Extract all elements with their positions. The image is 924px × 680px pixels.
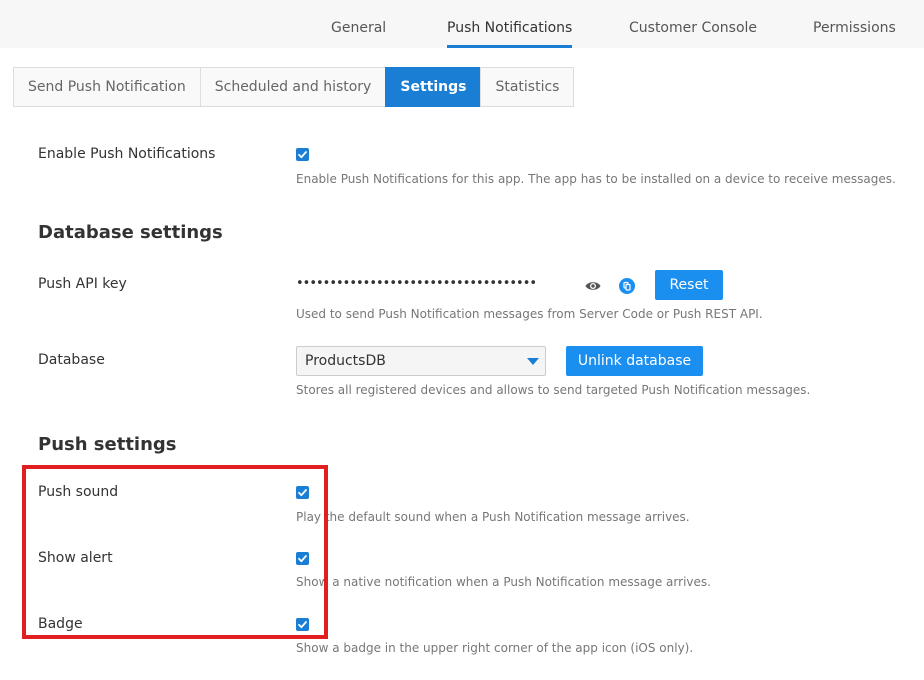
tab-push-notifications[interactable]: Push Notifications (447, 0, 573, 48)
badge-hint: Show a badge in the upper right corner o… (296, 641, 694, 655)
subtab-send-push-notification[interactable]: Send Push Notification (13, 67, 201, 107)
database-select-value: ProductsDB (305, 353, 386, 369)
unlink-database-button[interactable]: Unlink database (566, 346, 703, 376)
tab-permissions[interactable]: Permissions (813, 0, 896, 48)
reset-api-key-button[interactable]: Reset (655, 270, 723, 300)
enable-push-checkbox[interactable] (296, 148, 309, 161)
push-sound-checkbox[interactable] (296, 486, 309, 499)
database-settings-title: Database settings (38, 222, 223, 243)
database-label: Database (38, 352, 105, 368)
top-navigation: General Push Notifications Customer Cons… (0, 0, 924, 48)
push-api-key-value: •••••••••••••••••••••••••••••••••••• (296, 276, 537, 291)
database-select[interactable]: ProductsDB (296, 346, 546, 376)
push-sound-label: Push sound (38, 484, 119, 500)
enable-push-hint: Enable Push Notifications for this app. … (296, 172, 896, 186)
show-alert-checkbox[interactable] (296, 552, 309, 565)
badge-checkbox[interactable] (296, 618, 309, 631)
checkmark-icon (298, 151, 307, 159)
checkmark-icon (298, 621, 307, 629)
show-alert-hint: Show a native notification when a Push N… (296, 575, 711, 589)
push-sound-hint: Play the default sound when a Push Notif… (296, 510, 690, 524)
chevron-down-icon (527, 358, 539, 365)
subtab-bar: Send Push Notification Scheduled and his… (13, 67, 575, 107)
subtab-settings[interactable]: Settings (385, 67, 482, 107)
copy-icon[interactable] (619, 278, 635, 298)
subtab-scheduled-and-history[interactable]: Scheduled and history (199, 67, 387, 107)
checkmark-icon (298, 555, 307, 563)
subtab-statistics[interactable]: Statistics (480, 67, 575, 107)
badge-label: Badge (38, 616, 83, 632)
tab-general[interactable]: General (331, 0, 386, 48)
push-api-key-label: Push API key (38, 276, 127, 292)
eye-icon[interactable] (585, 277, 601, 296)
database-hint: Stores all registered devices and allows… (296, 383, 811, 397)
push-settings-title: Push settings (38, 434, 177, 455)
push-api-key-hint: Used to send Push Notification messages … (296, 307, 763, 321)
enable-push-label: Enable Push Notifications (38, 146, 216, 162)
checkmark-icon (298, 489, 307, 497)
tab-customer-console[interactable]: Customer Console (629, 0, 757, 48)
show-alert-label: Show alert (38, 550, 113, 566)
